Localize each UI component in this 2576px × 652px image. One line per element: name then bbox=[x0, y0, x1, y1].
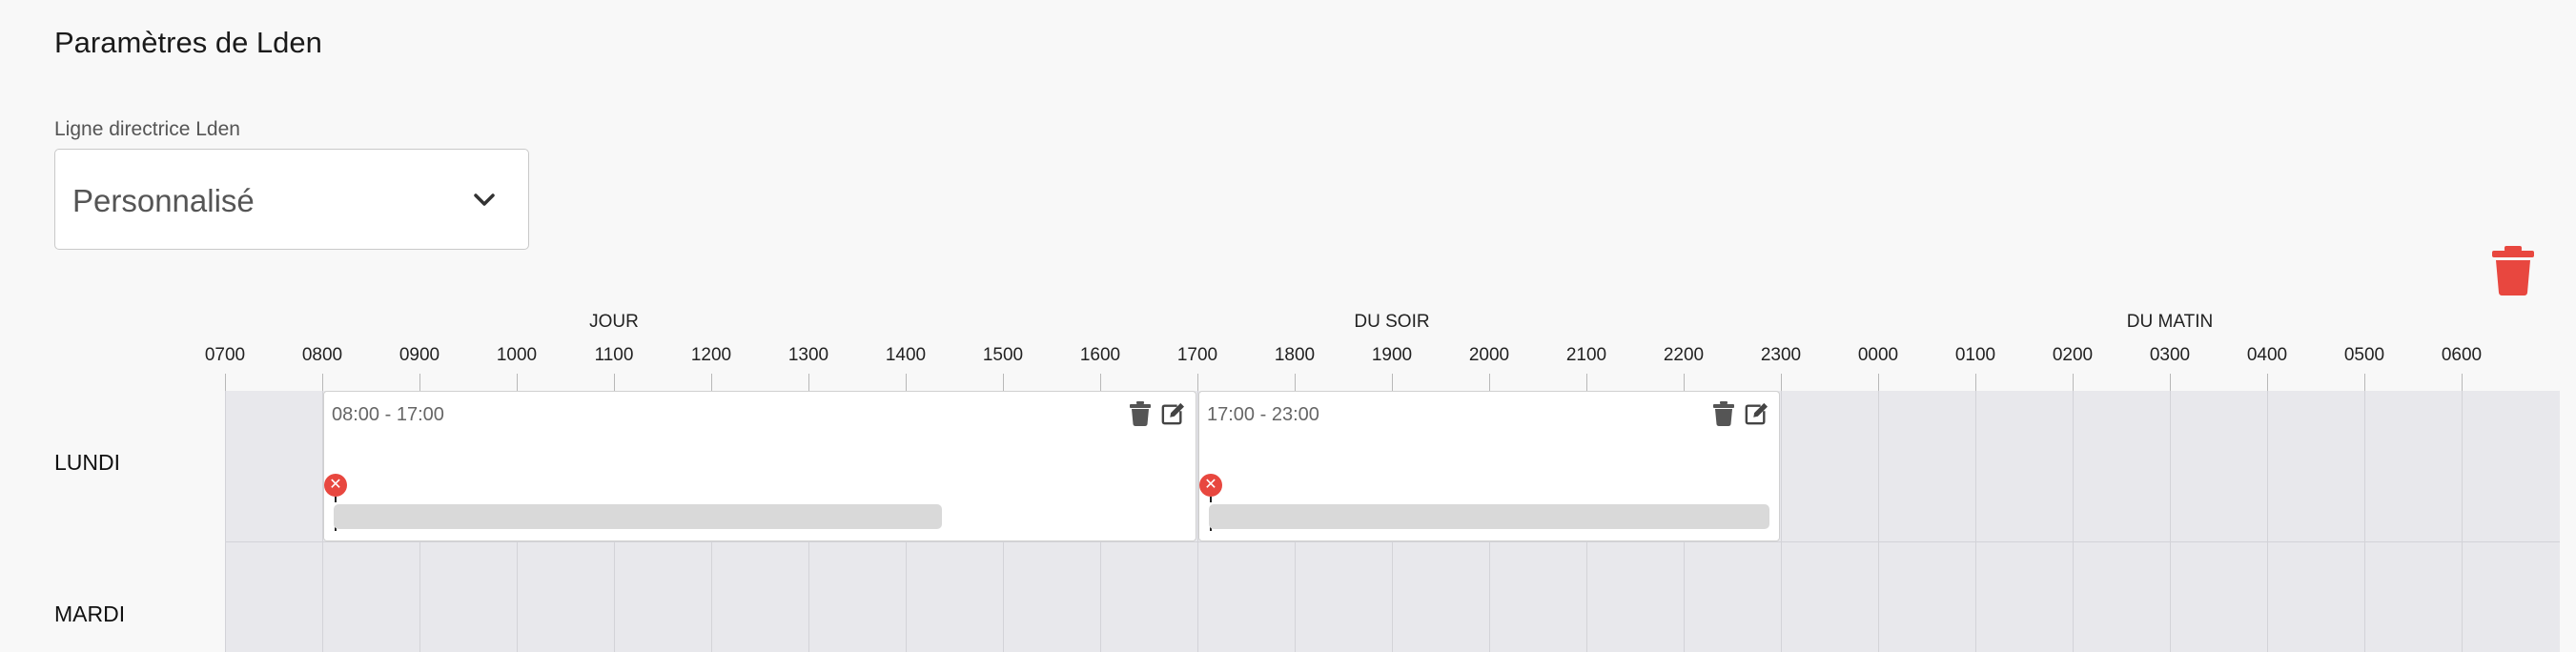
hour-label: 1000 bbox=[496, 345, 538, 365]
hour-tick bbox=[1295, 374, 1296, 391]
hour-label: 0000 bbox=[1857, 345, 1899, 365]
hour-label: 0300 bbox=[2149, 345, 2191, 365]
hour-tick bbox=[517, 374, 518, 391]
hour-label: 1200 bbox=[690, 345, 732, 365]
hour-tick bbox=[2462, 374, 2463, 391]
hour-tick bbox=[1489, 374, 1490, 391]
row-divider bbox=[225, 541, 2560, 542]
edit-icon[interactable] bbox=[1745, 401, 1768, 426]
hour-label: 0400 bbox=[2246, 345, 2288, 365]
hour-tick bbox=[225, 374, 226, 391]
hour-label: 2000 bbox=[1468, 345, 1510, 365]
hour-label: 1600 bbox=[1079, 345, 1121, 365]
event-time-range: 08:00 - 17:00 bbox=[332, 404, 444, 425]
grid-line bbox=[2462, 391, 2463, 652]
hour-tick bbox=[419, 374, 420, 391]
row-label-mardi: MARDI bbox=[54, 601, 126, 626]
event-progress-bar bbox=[1209, 504, 1769, 529]
event-card[interactable]: 17:00 - 23:00 ✕ bbox=[1198, 391, 1780, 541]
hour-tick bbox=[614, 374, 615, 391]
hour-label: 1400 bbox=[885, 345, 927, 365]
hour-tick bbox=[711, 374, 712, 391]
section-label: DU SOIR bbox=[1354, 312, 1430, 332]
hour-tick bbox=[906, 374, 907, 391]
hour-label: 0800 bbox=[301, 345, 343, 365]
hour-label: 0600 bbox=[2441, 345, 2483, 365]
grid-line bbox=[1781, 391, 1782, 652]
hour-tick bbox=[2073, 374, 2074, 391]
event-actions bbox=[1712, 401, 1768, 426]
hour-tick bbox=[2364, 374, 2365, 391]
edit-icon[interactable] bbox=[1161, 401, 1184, 426]
section-label: JOUR bbox=[589, 312, 639, 332]
grid-line bbox=[2073, 391, 2074, 652]
event-actions bbox=[1129, 401, 1184, 426]
grid-line bbox=[1975, 391, 1976, 652]
hour-label: 1500 bbox=[982, 345, 1024, 365]
hour-tick bbox=[1100, 374, 1101, 391]
hour-label: 1800 bbox=[1274, 345, 1316, 365]
hour-tick bbox=[1781, 374, 1782, 391]
hour-label: 0500 bbox=[2343, 345, 2385, 365]
close-icon[interactable]: ✕ bbox=[1199, 474, 1222, 497]
hour-tick bbox=[2267, 374, 2268, 391]
hour-label: 2100 bbox=[1565, 345, 1607, 365]
event-card[interactable]: 08:00 - 17:00 ✕ bbox=[323, 391, 1196, 541]
hour-label: 2300 bbox=[1760, 345, 1802, 365]
hour-label: 2200 bbox=[1663, 345, 1705, 365]
hour-tick bbox=[1197, 374, 1198, 391]
hour-label: 1700 bbox=[1176, 345, 1218, 365]
event-time-range: 17:00 - 23:00 bbox=[1207, 404, 1319, 425]
hour-tick bbox=[322, 374, 323, 391]
grid-line bbox=[1878, 391, 1879, 652]
hour-label: 1100 bbox=[594, 345, 634, 365]
hour-tick bbox=[1392, 374, 1393, 391]
grid-line bbox=[2364, 391, 2365, 652]
weekly-timeline: JOUR DU SOIR DU MATIN 0700 0800 0900 1000 1100 1… bbox=[0, 0, 2576, 652]
trash-icon[interactable] bbox=[1129, 401, 1152, 426]
hour-tick bbox=[1003, 374, 1004, 391]
close-icon[interactable]: ✕ bbox=[324, 474, 347, 497]
hour-tick bbox=[1878, 374, 1879, 391]
grid-line bbox=[225, 391, 226, 652]
hour-label: 0700 bbox=[204, 345, 246, 365]
hour-label: 1300 bbox=[787, 345, 829, 365]
section-label: DU MATIN bbox=[2126, 312, 2214, 332]
hour-tick bbox=[808, 374, 809, 391]
row-label-lundi: LUNDI bbox=[54, 450, 121, 475]
trash-icon[interactable] bbox=[1712, 401, 1735, 426]
hour-label: 0200 bbox=[2052, 345, 2094, 365]
grid-line bbox=[2170, 391, 2171, 652]
hour-label: 0900 bbox=[399, 345, 440, 365]
hour-label: 0100 bbox=[1954, 345, 1996, 365]
hour-tick bbox=[1586, 374, 1587, 391]
hour-tick bbox=[1975, 374, 1976, 391]
hour-label: 1900 bbox=[1371, 345, 1413, 365]
hour-tick bbox=[2170, 374, 2171, 391]
event-progress-bar bbox=[334, 504, 942, 529]
hour-tick bbox=[1684, 374, 1685, 391]
grid-line bbox=[2267, 391, 2268, 652]
